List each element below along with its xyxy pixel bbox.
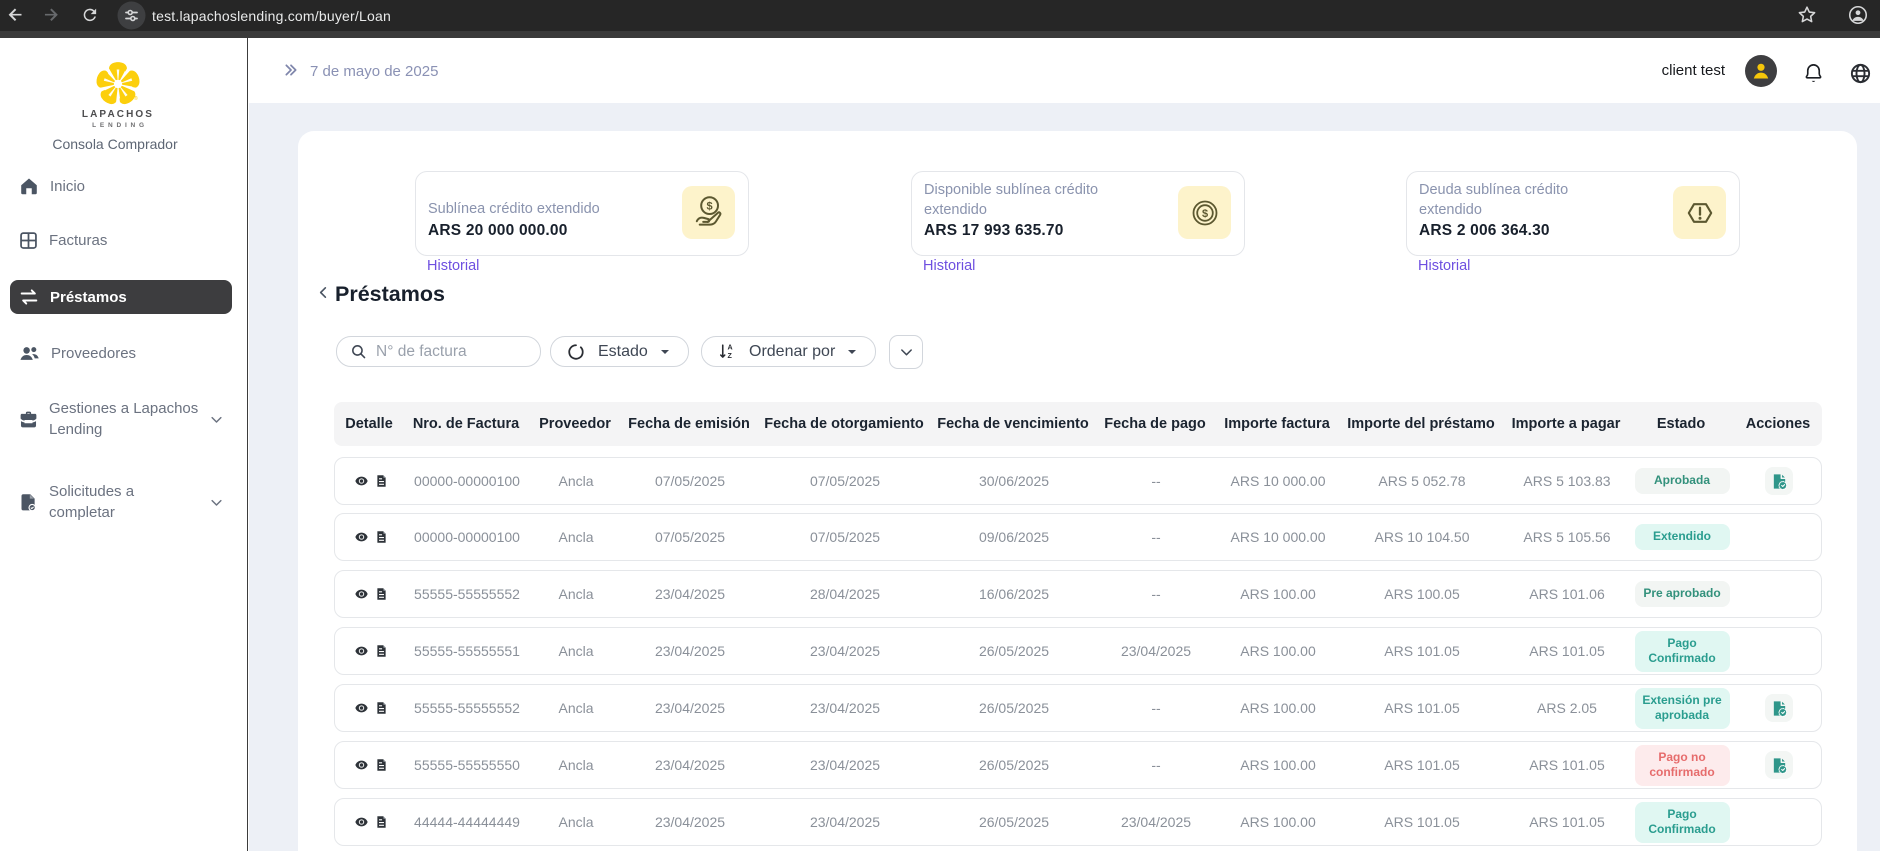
svg-text:®: ® <box>134 95 138 102</box>
svg-text:$: $ <box>1201 208 1207 220</box>
svg-text:A: A <box>728 344 733 352</box>
svg-text:Z: Z <box>728 352 733 360</box>
svg-text:$: $ <box>706 200 712 212</box>
